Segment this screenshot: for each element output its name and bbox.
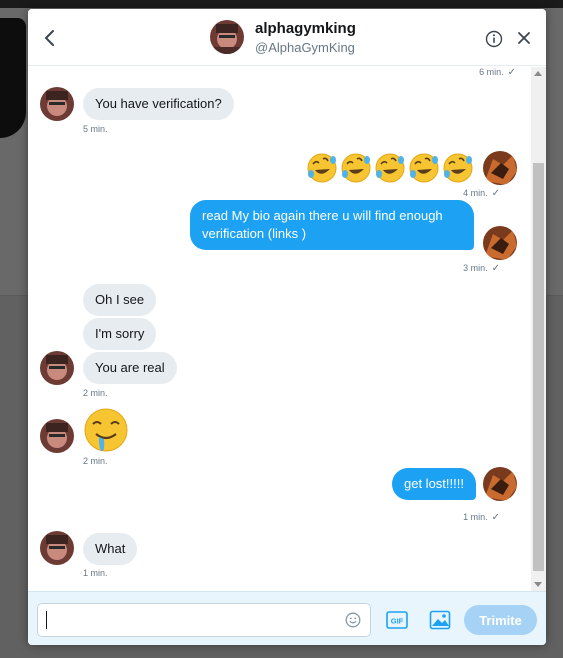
header-avatar[interactable] (210, 20, 244, 54)
my-avatar[interactable] (483, 467, 517, 501)
message-list[interactable]: 6 min. ✓ You have verification? 5 min. 4… (28, 67, 546, 591)
message-input[interactable] (37, 603, 371, 637)
message-list-scrollbar[interactable] (531, 67, 546, 591)
message-timestamp: 2 min. (83, 456, 108, 466)
scroll-up-arrow-icon[interactable] (534, 71, 542, 76)
conversation-user-name[interactable]: alphagymking (255, 20, 356, 37)
send-button[interactable]: Trimite (464, 605, 537, 635)
conversation-header: alphagymking @AlphaGymKing (28, 9, 546, 66)
message-timestamp: 1 min. (83, 568, 108, 578)
received-message[interactable]: I'm sorry (83, 318, 157, 350)
sender-avatar[interactable] (40, 531, 74, 565)
text-caret (46, 611, 47, 629)
message-composer: GIF Trimite (28, 591, 546, 645)
direct-message-modal: alphagymking @AlphaGymKing 6 min. ✓ You h… (28, 9, 546, 645)
checkmark-icon: ✓ (491, 188, 500, 199)
scrollbar-thumb[interactable] (533, 163, 544, 571)
message-timestamp: 3 min. ✓ (463, 263, 500, 274)
close-icon[interactable] (516, 30, 532, 46)
emoji-icon[interactable] (345, 612, 361, 628)
scroll-down-arrow-icon[interactable] (534, 582, 542, 587)
message-timestamp: 1 min. ✓ (463, 512, 500, 523)
info-icon[interactable] (485, 30, 503, 48)
my-avatar[interactable] (483, 151, 517, 185)
checkmark-icon: ✓ (491, 263, 500, 274)
message-timestamp: 2 min. (83, 388, 108, 398)
sender-avatar[interactable] (40, 87, 74, 121)
back-arrow-icon[interactable] (40, 27, 60, 49)
sent-message[interactable]: get lost!!!!! (392, 468, 476, 500)
received-message[interactable]: What (83, 533, 138, 565)
message-timestamp: 5 min. (83, 124, 108, 134)
message-timestamp: 4 min. ✓ (463, 188, 500, 199)
sender-avatar[interactable] (40, 351, 74, 385)
sender-avatar[interactable] (40, 419, 74, 453)
image-icon[interactable] (429, 610, 451, 630)
received-message[interactable]: Oh I see (83, 284, 157, 316)
message-timestamp: 6 min. ✓ (479, 67, 516, 78)
rolling-on-floor-laughing-emoji (307, 153, 473, 183)
sent-message[interactable]: read My bio again there u will find enou… (190, 200, 474, 250)
drooling-face-emoji (84, 408, 128, 452)
gif-icon-label: GIF (391, 617, 404, 626)
received-message[interactable]: You are real (83, 352, 177, 384)
received-message[interactable]: You have verification? (83, 88, 234, 120)
my-avatar[interactable] (483, 226, 517, 260)
checkmark-icon: ✓ (491, 512, 500, 523)
checkmark-icon: ✓ (507, 67, 516, 78)
gif-icon[interactable]: GIF (386, 611, 408, 629)
conversation-user-handle[interactable]: @AlphaGymKing (255, 40, 355, 55)
